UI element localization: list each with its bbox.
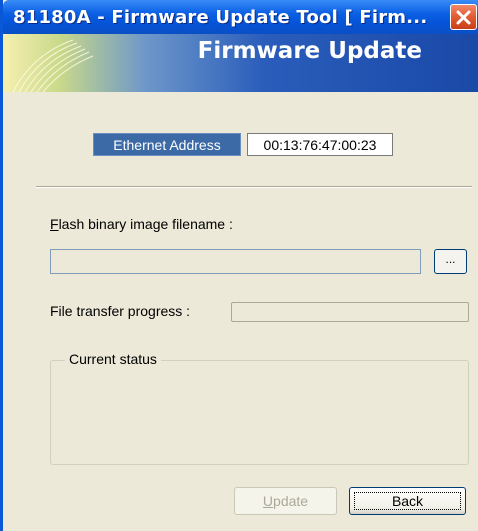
window-title: 81180A - Firmware Update Tool [ Firm... [13, 7, 428, 28]
close-button[interactable] [450, 4, 477, 30]
banner: Firmware Update [3, 34, 478, 92]
banner-swoosh-graphic [12, 39, 94, 92]
browse-button[interactable]: ... [434, 249, 467, 274]
update-label: pdate [273, 493, 309, 509]
ethernet-address-value: 00:13:76:47:00:23 [247, 133, 393, 156]
file-transfer-progress-bar [231, 302, 469, 322]
divider [36, 186, 472, 188]
back-button[interactable]: Back [349, 487, 466, 515]
update-button[interactable]: Update [234, 487, 337, 515]
current-status-group: Current status [50, 351, 469, 465]
close-icon [456, 10, 471, 25]
flash-label-text: lash binary image filename : [58, 216, 233, 232]
title-bar[interactable]: 81180A - Firmware Update Tool [ Firm... [3, 0, 478, 34]
file-transfer-progress-label: File transfer progress : [50, 303, 191, 319]
update-access-key: U [262, 493, 274, 509]
firmware-update-window: 81180A - Firmware Update Tool [ Firm... … [0, 0, 478, 531]
flash-filename-label: Flash binary image filename : [50, 216, 233, 232]
banner-title: Firmware Update [197, 38, 422, 64]
flash-label-access-key: F [50, 216, 59, 232]
focus-rectangle [354, 492, 461, 510]
ethernet-address-label: Ethernet Address [93, 133, 241, 156]
flash-filename-input[interactable] [50, 249, 421, 274]
current-status-legend: Current status [65, 351, 161, 367]
